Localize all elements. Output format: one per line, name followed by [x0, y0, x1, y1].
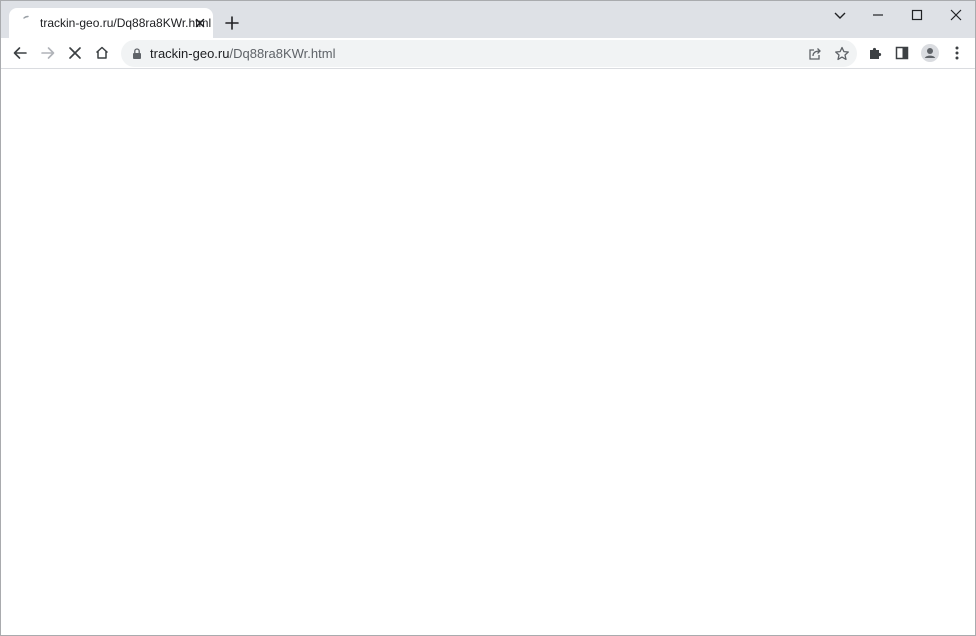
url-host: trackin-geo.ru [150, 46, 230, 61]
lock-icon[interactable] [131, 47, 143, 60]
close-icon[interactable] [193, 16, 207, 30]
browser-window: trackin-geo.ru/Dq88ra8KWr.html trackin-g… [0, 0, 976, 636]
maximize-icon[interactable] [907, 5, 927, 25]
minimize-icon[interactable] [868, 5, 888, 25]
share-icon[interactable] [805, 44, 825, 64]
back-arrow-icon[interactable] [10, 43, 30, 63]
star-icon[interactable] [832, 44, 852, 64]
url-path: /Dq88ra8KWr.html [229, 46, 336, 61]
active-tab[interactable]: trackin-geo.ru/Dq88ra8KWr.html [9, 8, 213, 38]
stop-icon[interactable] [65, 43, 85, 63]
side-panel-icon[interactable] [892, 43, 912, 63]
close-icon[interactable] [946, 5, 966, 25]
forward-arrow-icon[interactable] [38, 43, 58, 63]
loading-spinner-icon [21, 15, 35, 29]
page-content [1, 70, 975, 635]
url-text[interactable]: trackin-geo.ru/Dq88ra8KWr.html [150, 46, 335, 61]
kebab-menu-icon[interactable] [947, 43, 967, 63]
plus-icon[interactable] [222, 13, 242, 33]
tab-title: trackin-geo.ru/Dq88ra8KWr.html [40, 16, 212, 30]
tab-strip: trackin-geo.ru/Dq88ra8KWr.html [1, 1, 975, 38]
toolbar: trackin-geo.ru/Dq88ra8KWr.html [1, 38, 975, 69]
home-icon[interactable] [92, 43, 112, 63]
chevron-down-icon[interactable] [830, 5, 850, 25]
puzzle-icon[interactable] [865, 43, 885, 63]
address-bar[interactable]: trackin-geo.ru/Dq88ra8KWr.html [121, 40, 857, 67]
profile-icon[interactable] [920, 43, 940, 63]
